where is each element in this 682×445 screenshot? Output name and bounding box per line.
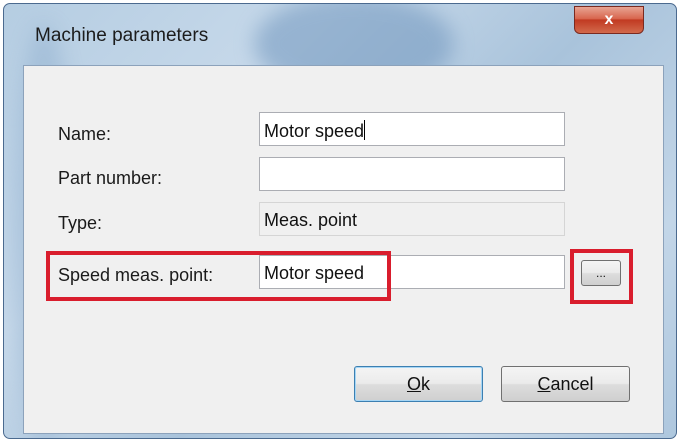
part-number-label: Part number: xyxy=(58,168,163,188)
ok-button[interactable]: Ok xyxy=(354,366,483,402)
type-field: Meas. point xyxy=(259,202,565,236)
cancel-mnemonic: C xyxy=(537,373,551,394)
dialog-title: Machine parameters xyxy=(35,25,209,46)
text-caret xyxy=(364,120,366,140)
cancel-label: ancel xyxy=(550,373,594,394)
name-input[interactable]: Motor speed xyxy=(259,112,565,146)
ok-mnemonic: O xyxy=(406,373,421,394)
browse-label: ... xyxy=(595,266,606,280)
machine-parameters-dialog: Machine parameters x Name: Motor speed P… xyxy=(3,3,677,439)
speed-meas-point-label: Speed meas. point: xyxy=(58,265,214,285)
close-button[interactable]: x xyxy=(574,6,644,34)
cancel-button[interactable]: Cancel xyxy=(501,366,630,402)
part-number-input[interactable] xyxy=(259,157,565,191)
close-icon: x xyxy=(604,11,614,28)
browse-button[interactable]: ... xyxy=(581,260,621,286)
type-value: Meas. point xyxy=(264,210,358,230)
name-value: Motor speed xyxy=(264,121,365,141)
speed-meas-point-input[interactable]: Motor speed xyxy=(259,255,565,289)
speed-meas-point-value: Motor speed xyxy=(264,263,365,283)
ok-label: k xyxy=(421,373,430,394)
name-label: Name: xyxy=(58,124,112,144)
dialog-body: Name: Motor speed Part number: Type: Mea… xyxy=(23,65,664,434)
type-label: Type: xyxy=(58,213,103,233)
